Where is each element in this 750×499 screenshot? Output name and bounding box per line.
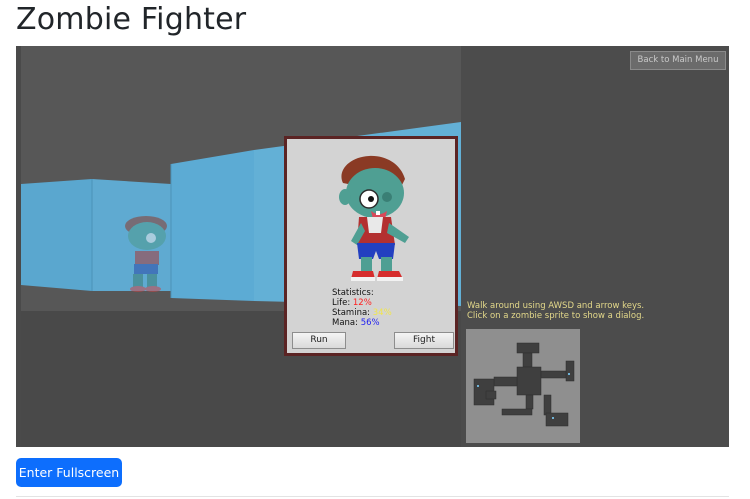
instructions-line-2: Click on a zombie sprite to show a dialo…: [467, 311, 645, 321]
stat-life-label: Life:: [332, 298, 351, 308]
fight-button[interactable]: Fight: [394, 332, 454, 349]
run-button[interactable]: Run: [292, 332, 346, 349]
zombie-sprite: [339, 155, 409, 281]
stat-mana-label: Mana:: [332, 318, 359, 328]
enter-fullscreen-button[interactable]: Enter Fullscreen: [16, 458, 122, 487]
stat-stamina: Stamina: 34%: [332, 308, 392, 318]
wall-front: [171, 150, 254, 301]
stat-mana-value: 56%: [360, 318, 380, 328]
zombie-statistics: Statistics: Life: 12% Stamina: 34% Mana:…: [332, 288, 392, 328]
stat-stamina-value: 34%: [372, 308, 392, 318]
minimap-layout: [473, 342, 575, 427]
back-to-main-menu-button[interactable]: Back to Main Menu: [630, 51, 726, 70]
stat-mana: Mana: 56%: [332, 318, 392, 328]
stat-stamina-label: Stamina:: [332, 308, 371, 318]
stat-life: Life: 12%: [332, 298, 392, 308]
instructions-line-1: Walk around using AWSD and arrow keys.: [467, 301, 645, 311]
minimap: [466, 329, 580, 443]
divider: [16, 496, 729, 497]
stat-life-value: 12%: [352, 298, 372, 308]
wall-left-far: [21, 179, 92, 291]
game-canvas[interactable]: Back to Main Menu Statistics: Life: 12% …: [16, 46, 729, 447]
page-title: Zombie Fighter: [16, 2, 247, 37]
stats-heading: Statistics:: [332, 288, 374, 298]
instructions: Walk around using AWSD and arrow keys. C…: [467, 301, 644, 321]
zombie-dialog: Statistics: Life: 12% Stamina: 34% Mana:…: [284, 136, 458, 356]
minimap-rooms: [473, 342, 575, 427]
